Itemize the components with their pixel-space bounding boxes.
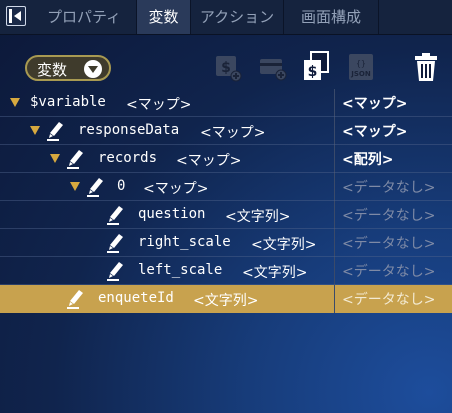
expand-arrow-icon[interactable] <box>70 182 80 191</box>
collapse-left-icon <box>9 9 21 23</box>
column-divider <box>334 201 335 229</box>
expand-arrow-icon[interactable] <box>30 126 40 135</box>
variables-panel: プロパティ 変数 アクション 画面構成 変数 $ $ {} JSON $vari… <box>0 0 452 413</box>
tab-variables[interactable]: 変数 <box>137 0 191 34</box>
variable-name: 0 <box>117 178 126 194</box>
expand-arrow-icon[interactable] <box>50 154 60 163</box>
tree-row-records[interactable]: records <マップ> <配列> <box>0 145 452 173</box>
tab-actions[interactable]: アクション <box>191 0 284 34</box>
svg-text:$: $ <box>308 64 318 80</box>
pen-icon[interactable] <box>47 121 65 141</box>
svg-text:JSON: JSON <box>350 70 371 78</box>
pen-icon[interactable] <box>67 289 85 309</box>
variable-value: <データなし> <box>342 236 436 252</box>
tab-screen-layout[interactable]: 画面構成 <box>284 0 379 34</box>
pen-icon[interactable] <box>107 205 125 225</box>
variable-value: <データなし> <box>342 208 436 224</box>
tab-properties[interactable]: プロパティ <box>32 0 137 34</box>
add-dollar-icon[interactable]: $ <box>214 50 244 84</box>
tree-row-responsedata[interactable]: responseData <マップ> <マップ> <box>0 117 452 145</box>
variable-name: records <box>98 150 158 166</box>
column-divider <box>334 117 335 145</box>
add-card-icon[interactable] <box>258 50 288 84</box>
tree-row-question[interactable]: question <文字列> <データなし> <box>0 201 452 229</box>
variable-name: enqueteId <box>98 290 174 306</box>
variable-value: <マップ> <box>342 96 408 112</box>
variable-name: left_scale <box>138 262 223 278</box>
variable-type: <文字列> <box>251 237 317 253</box>
json-icon[interactable]: {} JSON <box>346 50 376 84</box>
variable-value: <データなし> <box>342 264 436 280</box>
expand-arrow-icon[interactable] <box>10 98 20 107</box>
trash-icon[interactable] <box>412 50 442 84</box>
variable-type: <マップ> <box>176 153 242 169</box>
pen-icon[interactable] <box>107 233 125 253</box>
column-divider <box>334 257 335 285</box>
column-divider <box>334 229 335 257</box>
variable-name: question <box>138 206 206 222</box>
dropdown-label: 変数 <box>37 61 68 79</box>
chevron-down-icon <box>84 60 102 78</box>
variable-type: <マップ> <box>143 181 209 197</box>
variable-value: <データなし> <box>342 180 436 196</box>
svg-text:{}: {} <box>356 59 366 68</box>
variable-value: <データなし> <box>342 292 436 308</box>
pen-icon[interactable] <box>107 261 125 281</box>
pen-icon[interactable] <box>67 149 85 169</box>
tree-row-left-scale[interactable]: left_scale <文字列> <データなし> <box>0 257 452 285</box>
variable-name: responseData <box>78 122 180 138</box>
column-divider <box>334 145 335 173</box>
tree-row-right-scale[interactable]: right_scale <文字列> <データなし> <box>0 229 452 257</box>
svg-text:$: $ <box>221 60 231 76</box>
pen-icon[interactable] <box>87 177 105 197</box>
variable-type-dropdown[interactable]: 変数 <box>25 55 111 81</box>
tree-row-variable[interactable]: $variable <マップ> <マップ> <box>0 89 452 117</box>
column-divider <box>334 285 335 313</box>
variable-name: right_scale <box>138 234 231 250</box>
variable-type: <マップ> <box>200 125 266 141</box>
variable-value: <配列> <box>342 152 394 168</box>
variable-type: <マップ> <box>126 97 192 113</box>
variable-type: <文字列> <box>242 265 308 281</box>
variable-value: <マップ> <box>342 124 408 140</box>
column-divider <box>334 89 335 117</box>
variable-name: $variable <box>30 94 106 110</box>
collapse-panel-button[interactable] <box>6 6 26 26</box>
variable-type: <文字列> <box>193 293 259 309</box>
copy-dollar-icon[interactable]: $ <box>301 50 331 84</box>
tree-row-enqueteid[interactable]: enqueteId <文字列> <データなし> <box>0 285 452 313</box>
column-divider <box>334 173 335 201</box>
tree-row-index-0[interactable]: 0 <マップ> <データなし> <box>0 173 452 201</box>
tab-bar: プロパティ 変数 アクション 画面構成 <box>0 0 452 35</box>
variable-type: <文字列> <box>225 209 291 225</box>
